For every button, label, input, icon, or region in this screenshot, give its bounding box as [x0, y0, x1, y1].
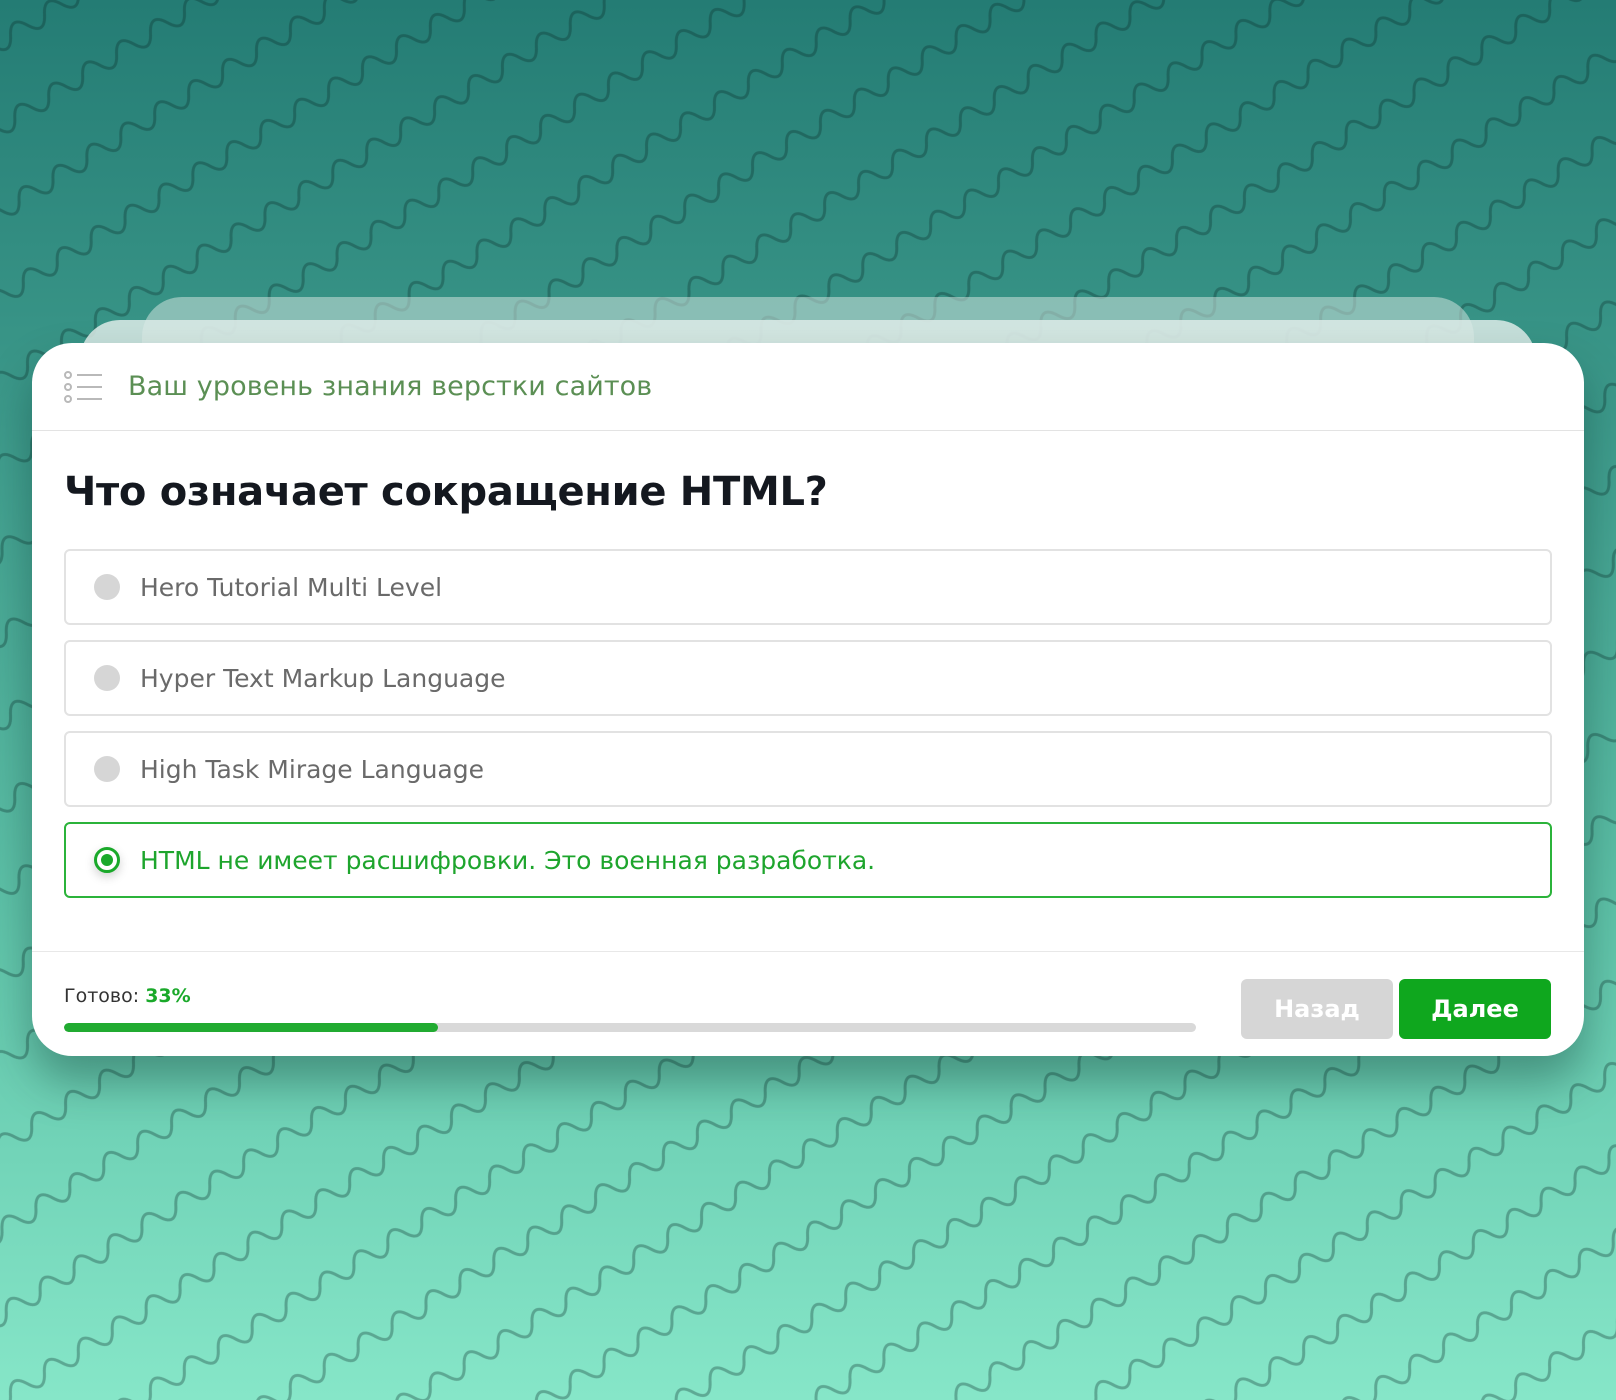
radio-button-selected[interactable] [94, 847, 120, 873]
progress-bar [64, 1023, 1196, 1032]
answer-option-4[interactable]: HTML не имеет расшифровки. Это военная р… [64, 822, 1552, 898]
quiz-footer: Готово: 33% Назад Далее [32, 951, 1584, 1056]
list-icon [64, 370, 102, 403]
answer-option-label: HTML не имеет расшифровки. Это военная р… [140, 845, 876, 875]
progress-percent: 33% [145, 985, 191, 1007]
quiz-card: Ваш уровень знания верстки сайтов Что оз… [32, 343, 1584, 1056]
progress-bar-fill [64, 1023, 438, 1032]
radio-button[interactable] [94, 665, 120, 691]
answer-option-2[interactable]: Hyper Text Markup Language [64, 640, 1552, 716]
answer-option-3[interactable]: High Task Mirage Language [64, 731, 1552, 807]
progress-label: Готово: 33% [64, 985, 191, 1007]
radio-button[interactable] [94, 574, 120, 600]
question-text: Что означает сокращение HTML? [64, 469, 828, 515]
answer-option-label: Hero Tutorial Multi Level [140, 572, 443, 602]
quiz-title: Ваш уровень знания верстки сайтов [128, 371, 653, 402]
back-button[interactable]: Назад [1241, 979, 1393, 1039]
answer-option-label: High Task Mirage Language [140, 754, 484, 784]
next-button[interactable]: Далее [1399, 979, 1551, 1039]
progress-caption: Готово: [64, 985, 140, 1007]
quiz-header: Ваш уровень знания верстки сайтов [32, 343, 1584, 431]
answer-option-1[interactable]: Hero Tutorial Multi Level [64, 549, 1552, 625]
answer-options: Hero Tutorial Multi Level Hyper Text Mar… [64, 549, 1552, 913]
radio-button[interactable] [94, 756, 120, 782]
answer-option-label: Hyper Text Markup Language [140, 663, 506, 693]
